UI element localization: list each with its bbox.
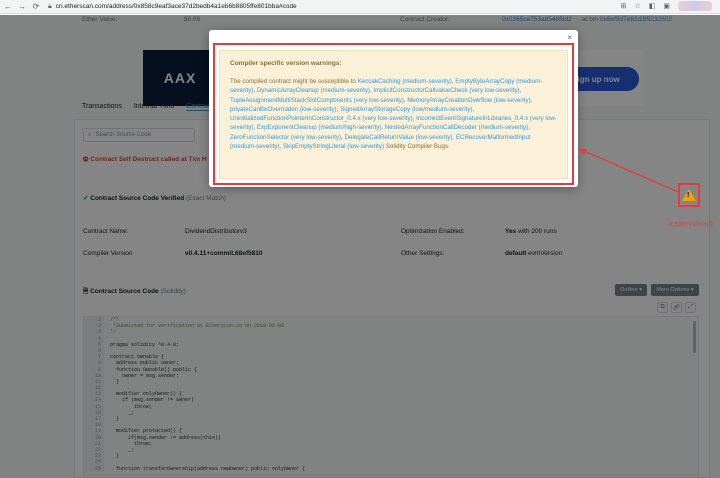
warning-link[interactable]: KeccakCaching (medium-severity), <box>358 78 454 85</box>
warning-link[interactable]: ZeroFunctionSelector (very low-severity)… <box>230 134 343 141</box>
warning-link[interactable]: DynamicArrayCleanup (medium-severity), <box>257 87 372 94</box>
warning-alert: Compiler specific version warnings: The … <box>219 50 568 179</box>
warning-link[interactable]: ExpExponentCleanup (medium/high-severity… <box>257 124 383 131</box>
translate-icon[interactable]: ⊞ <box>621 2 627 10</box>
warning-icon-highlight[interactable]: ! <box>678 183 700 207</box>
close-icon[interactable]: × <box>567 33 572 42</box>
forward-icon[interactable]: → <box>16 1 28 13</box>
warning-link[interactable]: ImplicitConstructorCallvalueCheck (very … <box>373 87 521 94</box>
warning-link[interactable]: SkipEmptyStringLiteral (low-severity) <box>283 143 384 150</box>
cast-icon[interactable]: ▣ <box>663 2 670 10</box>
star-icon[interactable]: ☆ <box>634 2 640 10</box>
lock-icon: 🔒︎ <box>48 2 52 10</box>
warning-body: The compiled contract might be susceptib… <box>230 77 557 151</box>
warning-link[interactable]: DelegateCallReturnValue (low-severity), <box>345 134 455 141</box>
warning-link[interactable]: UninitializedFunctionPointerInConstructo… <box>230 115 414 122</box>
warning-triangle-icon[interactable]: ! <box>682 189 696 201</box>
annotation-text: 点击感叹号即可出现 <box>668 222 714 228</box>
warning-link[interactable]: TupleAssignmentMultiStackSlotComponents … <box>230 97 406 104</box>
warning-link[interactable]: NestedArrayFunctionCallDecoder (medium-s… <box>385 124 530 131</box>
address-bar[interactable]: 🔒︎ cn.etherscan.com/address/0x858c9eaf3a… <box>48 1 297 12</box>
warning-outro: Solidity Compiler Bugs. <box>385 143 450 151</box>
back-icon[interactable]: ← <box>2 1 14 13</box>
warning-title: Compiler specific version warnings: <box>230 60 342 67</box>
compiler-warning-modal: × Compiler specific version warnings: Th… <box>209 30 578 187</box>
warning-link[interactable]: privateCanBeOverridden (low-severity), <box>230 106 338 113</box>
warning-intro: The compiled contract might be susceptib… <box>230 78 356 85</box>
warning-link[interactable]: SignedArrayStorageCopy (low/medium-sever… <box>340 106 474 113</box>
reload-icon[interactable]: ⟳ <box>30 1 42 13</box>
browser-toolbar: ← → ⟳ 🔒︎ cn.etherscan.com/address/0x858c… <box>0 0 720 14</box>
warning-link[interactable]: MemoryArrayCreationOverflow (low-severit… <box>407 97 532 104</box>
profile-avatar[interactable] <box>678 1 712 11</box>
annotation-arrow <box>578 148 679 193</box>
extension-icon[interactable]: ◧ <box>649 2 656 10</box>
url-text[interactable]: cn.etherscan.com/address/0x858c9eaf3ace3… <box>56 3 297 10</box>
